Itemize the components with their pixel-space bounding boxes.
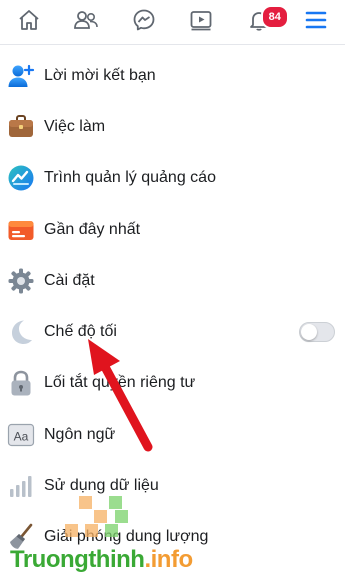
lock-icon xyxy=(7,369,35,397)
dark-mode-toggle[interactable] xyxy=(299,322,335,343)
language-icon: Aa xyxy=(7,421,35,449)
menu-item-label: Việc làm xyxy=(44,117,106,135)
home-icon xyxy=(17,8,41,37)
menu-list: Lời mời kết bạn Việc làm Trình quản lý q… xyxy=(0,50,345,563)
menu-item-dark-mode[interactable]: Chế độ tối xyxy=(0,306,345,357)
messenger-icon xyxy=(132,8,156,37)
watermark-text-main: Truongthinh xyxy=(10,546,145,573)
menu-item-data-usage[interactable]: Sử dụng dữ liệu xyxy=(0,460,345,511)
tab-watch[interactable] xyxy=(181,2,221,42)
menu-item-friend-requests[interactable]: Lời mời kết bạn xyxy=(0,50,345,101)
watermark-text: Truongthinh.info xyxy=(10,546,193,574)
menu-item-label: Cài đặt xyxy=(44,271,95,289)
menu-item-settings[interactable]: Cài đặt xyxy=(0,255,345,306)
menu-item-language[interactable]: Aa Ngôn ngữ xyxy=(0,409,345,460)
watermark-text-domain: .info xyxy=(144,546,193,573)
menu-item-label: Sử dụng dữ liệu xyxy=(44,477,159,495)
tab-menu[interactable] xyxy=(296,2,336,42)
svg-text:Aa: Aa xyxy=(14,429,29,443)
friends-icon xyxy=(73,8,99,37)
briefcase-icon xyxy=(7,113,35,141)
menu-icon xyxy=(304,8,328,37)
tab-notifications[interactable]: 84 xyxy=(239,2,289,42)
menu-item-most-recent[interactable]: Gần đây nhất xyxy=(0,204,345,255)
toggle-knob xyxy=(301,324,317,341)
tab-friends[interactable] xyxy=(66,2,106,42)
friend-request-icon xyxy=(7,62,35,90)
menu-item-label: Ngôn ngữ xyxy=(44,425,116,443)
data-usage-icon xyxy=(7,472,35,500)
notification-count-badge: 84 xyxy=(260,5,289,29)
menu-item-label: Lối tắt quyền riêng tư xyxy=(44,374,196,392)
watch-icon xyxy=(189,8,213,37)
menu-item-label: Trình quản lý quảng cáo xyxy=(44,169,216,187)
most-recent-icon xyxy=(7,216,35,244)
menu-item-ads-manager[interactable]: Trình quản lý quảng cáo xyxy=(0,153,345,204)
moon-icon xyxy=(7,318,35,346)
tab-messenger[interactable] xyxy=(124,2,164,42)
tab-home[interactable] xyxy=(9,2,49,42)
ads-manager-icon xyxy=(7,164,35,192)
menu-item-jobs[interactable]: Việc làm xyxy=(0,101,345,152)
menu-item-label: Lời mời kết bạn xyxy=(44,66,156,84)
gear-icon xyxy=(7,267,35,295)
watermark: Truongthinh.info xyxy=(0,496,345,576)
menu-item-label: Chế độ tối xyxy=(44,323,117,341)
top-nav-bar: 84 xyxy=(0,0,345,45)
menu-item-label: Gần đây nhất xyxy=(44,220,141,238)
menu-item-privacy-shortcuts[interactable]: Lối tắt quyền riêng tư xyxy=(0,358,345,409)
